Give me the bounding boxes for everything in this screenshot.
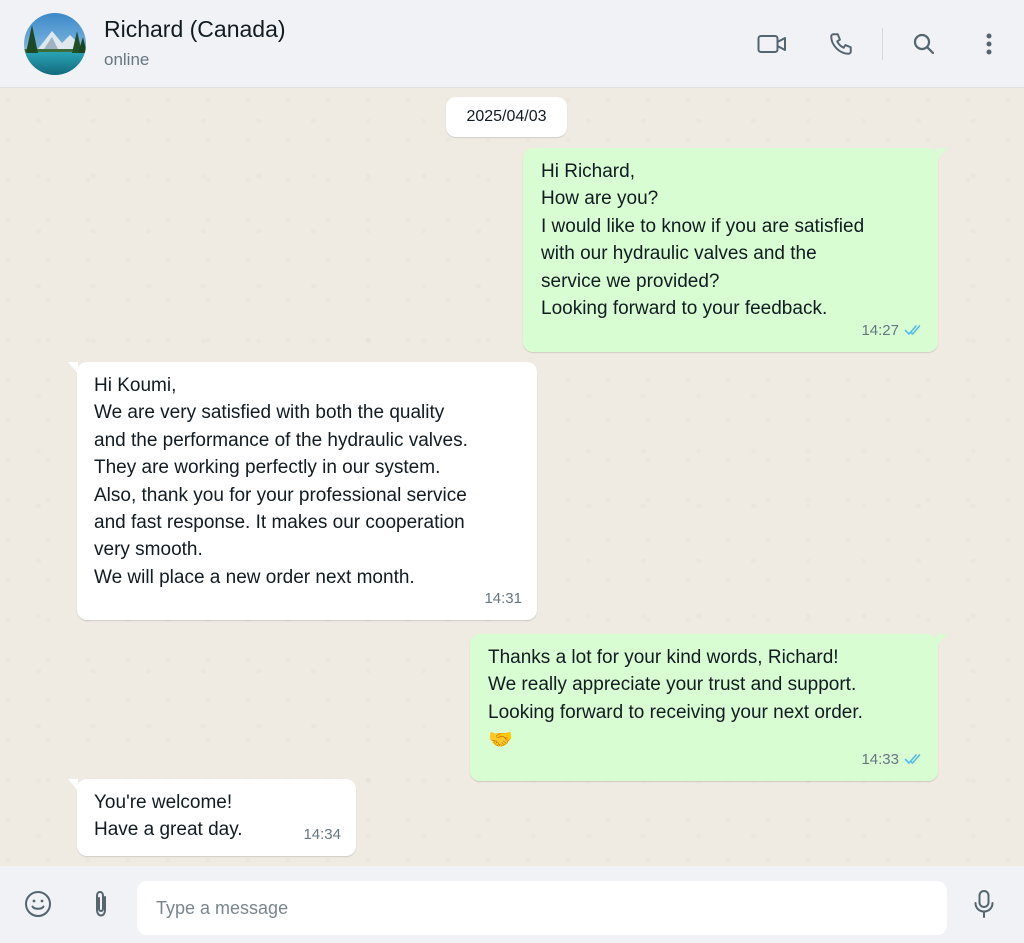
message-input[interactable] — [137, 881, 947, 935]
attach-icon[interactable] — [84, 887, 118, 921]
message-time: 14:33 — [861, 750, 899, 768]
voice-call-icon[interactable] — [825, 28, 857, 60]
emoji-icon[interactable] — [21, 887, 55, 921]
video-call-icon[interactable] — [756, 28, 788, 60]
message-meta: 14:33 — [861, 746, 924, 773]
message-time: 14:31 — [484, 589, 522, 607]
chat-window: Richard (Canada) online 2025/04/03 Hi Ri… — [0, 0, 1024, 943]
message-text: Thanks a lot for your kind words, Richar… — [488, 647, 863, 723]
bubble-tail — [937, 148, 947, 160]
message-text: You're welcome! Have a great day. — [94, 792, 243, 841]
bubble-tail — [937, 634, 947, 646]
read-receipt-icon — [904, 325, 921, 336]
read-receipt-icon — [904, 754, 921, 765]
message-meta: 14:34 — [303, 821, 341, 848]
message-meta: 14:27 — [861, 317, 924, 344]
header-divider — [882, 28, 883, 60]
avatar[interactable] — [24, 13, 86, 75]
contact-status: online — [104, 50, 150, 69]
search-icon[interactable] — [908, 28, 940, 60]
composer-bar — [0, 866, 1024, 943]
chat-header: Richard (Canada) online — [0, 0, 1024, 88]
message-bubble-outgoing[interactable]: Hi Richard, How are you? I would like to… — [523, 148, 947, 352]
message-text: Hi Richard, How are you? I would like to… — [541, 161, 865, 320]
message-meta: 14:31 — [484, 585, 522, 612]
contact-name[interactable]: Richard (Canada) — [104, 16, 286, 43]
handshake-emoji: 🤝 — [488, 729, 513, 751]
message-bubble-incoming[interactable]: Hi Koumi, We are very satisfied with bot… — [68, 362, 537, 620]
message-text: Hi Koumi, We are very satisfied with bot… — [94, 375, 468, 588]
avatar-landscape-image — [24, 13, 86, 75]
menu-icon[interactable] — [973, 28, 1005, 60]
message-time: 14:27 — [861, 321, 899, 339]
message-time: 14:34 — [303, 825, 341, 843]
bubble-tail — [68, 362, 78, 374]
date-divider: 2025/04/03 — [446, 97, 567, 137]
message-bubble-incoming[interactable]: You're welcome! Have a great day. 14:34 — [68, 779, 356, 856]
bubble-tail — [68, 779, 78, 791]
message-list[interactable]: 2025/04/03 Hi Richard, How are you? I wo… — [0, 88, 1024, 866]
microphone-icon[interactable] — [967, 887, 1001, 921]
message-bubble-outgoing[interactable]: Thanks a lot for your kind words, Richar… — [470, 634, 947, 781]
